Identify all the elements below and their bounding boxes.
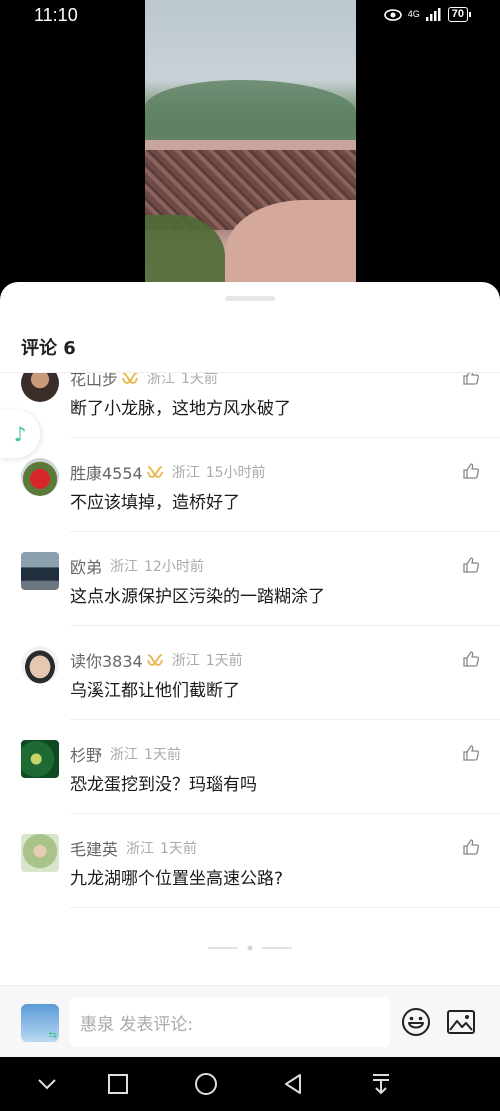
thumbs-up-icon[interactable] (462, 462, 480, 480)
signal-icon (425, 8, 441, 21)
avatar[interactable] (21, 646, 59, 684)
swap-icon: ⇆ (48, 1030, 57, 1041)
thumbs-up-icon[interactable] (462, 650, 480, 668)
system-nav-bar (0, 1057, 500, 1111)
username[interactable]: 杉野 (70, 742, 102, 766)
divider (70, 907, 500, 908)
comment-meta: 欧弟 浙江 12小时前 (70, 554, 204, 578)
timestamp: 15小时前 (205, 465, 266, 481)
comment-item[interactable]: 花山步 浙江 1天前 断了小龙脉，这地方风水破了 (0, 373, 500, 438)
square-icon[interactable] (105, 1071, 131, 1097)
location: 浙江 (171, 465, 200, 481)
comment-item[interactable]: 毛建英 浙江 1天前 九龙湖哪个位置坐高速公路? (0, 814, 500, 908)
emoji-icon[interactable] (401, 1007, 431, 1037)
battery-icon: 70 (447, 7, 472, 22)
comment-count-title: 评论 6 (21, 338, 76, 359)
comment-item[interactable]: 欧弟 浙江 12小时前 这点水源保护区污染的一踏糊涂了 (0, 532, 500, 626)
comment-text: 乌溪江都让他们截断了 (70, 681, 240, 701)
comment-meta: 毛建英 浙江 1天前 (70, 836, 197, 860)
image-icon[interactable] (446, 1008, 476, 1036)
status-bar: 11:10 4G 70 (0, 0, 500, 32)
video-preview[interactable] (145, 0, 356, 285)
username[interactable]: 花山步 (70, 373, 118, 390)
timestamp: 12小时前 (144, 559, 204, 575)
back-triangle-icon[interactable] (280, 1071, 306, 1097)
avatar[interactable] (21, 740, 59, 778)
download-icon[interactable] (368, 1071, 394, 1097)
comment-text: 这点水源保护区污染的一踏糊涂了 (70, 587, 325, 607)
comment-meta: 读你3834 浙江 1天前 (70, 648, 243, 672)
comment-text: 九龙湖哪个位置坐高速公路? (70, 869, 284, 889)
comment-text: 不应该填掉，造桥好了 (70, 493, 240, 513)
thumbs-up-icon[interactable] (462, 373, 480, 386)
comment-meta: 花山步 浙江 1天前 (70, 373, 218, 390)
circle-icon[interactable] (193, 1071, 219, 1097)
thumbs-up-icon[interactable] (462, 744, 480, 762)
status-time: 11:10 (34, 5, 78, 25)
comment-input[interactable]: 惠泉 发表评论: (70, 997, 390, 1047)
vip-badge-icon (146, 654, 163, 666)
sheet-grabber[interactable] (225, 296, 275, 301)
comment-item[interactable]: 胜康4554 浙江 15小时前 不应该填掉，造桥好了 (0, 438, 500, 532)
comment-list[interactable]: 花山步 浙江 1天前 断了小龙脉，这地方风水破了 胜康4554 浙江 15小时前… (0, 373, 500, 993)
status-icons: 4G 70 (383, 7, 472, 22)
location: 浙江 (171, 653, 200, 669)
comment-meta: 杉野 浙江 1天前 (70, 742, 181, 766)
username[interactable]: 读你3834 (70, 648, 143, 672)
timestamp: 1天前 (181, 373, 218, 387)
location: 浙江 (126, 841, 155, 857)
chevron-down-icon[interactable] (34, 1071, 60, 1097)
loading-indicator (208, 945, 292, 951)
comment-text: 断了小龙脉，这地方风水破了 (70, 399, 291, 419)
location: 浙江 (147, 373, 176, 387)
timestamp: 1天前 (160, 841, 197, 857)
avatar[interactable] (21, 373, 59, 402)
user-avatar[interactable]: ⇆ (21, 1004, 59, 1042)
thumbs-up-icon[interactable] (462, 838, 480, 856)
vip-badge-icon (122, 373, 138, 384)
comment-item[interactable]: 读你3834 浙江 1天前 乌溪江都让他们截断了 (0, 626, 500, 720)
vip-badge-icon (146, 466, 163, 478)
username[interactable]: 胜康4554 (70, 460, 143, 484)
network-type: 4G (407, 9, 420, 19)
location: 浙江 (110, 747, 139, 763)
comment-text: 恐龙蛋挖到没？玛瑙有吗 (70, 775, 257, 795)
avatar[interactable] (21, 834, 59, 872)
timestamp: 1天前 (205, 653, 243, 669)
username[interactable]: 毛建英 (70, 836, 118, 860)
avatar[interactable] (21, 458, 59, 496)
avatar[interactable] (21, 552, 59, 590)
eye-icon (383, 8, 402, 21)
comment-meta: 胜康4554 浙江 15小时前 (70, 460, 266, 484)
comment-sheet: 评论 6 花山步 浙江 1天前 断了小龙脉，这地方风水破了 胜康4554 浙江 … (0, 282, 500, 1057)
username[interactable]: 欧弟 (70, 554, 102, 578)
comment-input-bar: ⇆ 惠泉 发表评论: (0, 985, 500, 1057)
location: 浙江 (110, 559, 139, 575)
thumbs-up-icon[interactable] (462, 556, 480, 574)
comment-item[interactable]: 杉野 浙江 1天前 恐龙蛋挖到没？玛瑙有吗 (0, 720, 500, 814)
timestamp: 1天前 (144, 747, 181, 763)
